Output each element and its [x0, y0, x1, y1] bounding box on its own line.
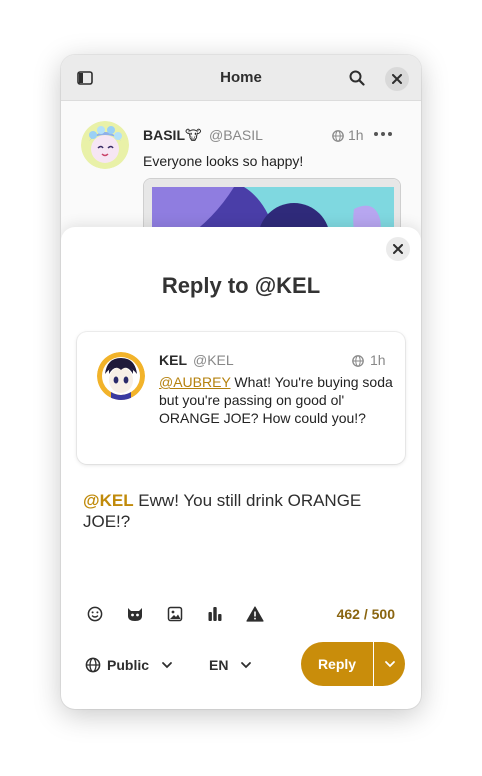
header-bar: Home: [61, 55, 421, 101]
globe-icon: [352, 354, 364, 367]
dialog-title: Reply to @KEL: [161, 273, 321, 298]
close-dialog-button[interactable]: [386, 237, 410, 261]
poll-icon[interactable]: [203, 602, 227, 626]
visibility-dropdown[interactable]: Public: [85, 655, 173, 675]
chevron-down-icon: [241, 662, 252, 669]
reply-options-button[interactable]: [374, 642, 405, 686]
window-title: Home: [220, 69, 262, 86]
content-warning-icon[interactable]: [243, 602, 267, 626]
avatar[interactable]: [81, 121, 129, 169]
app-window: Home BASIL🐮 @BASIL 1h Everyone looks so …: [61, 55, 421, 709]
chevron-down-icon: [162, 662, 172, 669]
reply-button[interactable]: Reply: [301, 642, 373, 686]
image-icon[interactable]: [163, 602, 187, 626]
replied-post-card: KEL @KEL 1h @AUBREY What! You're buying …: [77, 332, 405, 464]
emoji-icon[interactable]: [83, 602, 107, 626]
chevron-down-icon: [384, 661, 395, 668]
language-label: EN: [209, 657, 229, 673]
post-timestamp: 1h: [348, 127, 364, 143]
post-handle[interactable]: @BASIL: [209, 127, 263, 143]
close-icon: [393, 244, 403, 254]
custom-emoji-icon[interactable]: [123, 602, 147, 626]
mention-link[interactable]: @AUBREY: [159, 374, 231, 390]
avatar[interactable]: [97, 352, 145, 400]
replied-timestamp: 1h: [370, 352, 386, 368]
compose-textarea[interactable]: @KEL Eww! You still drink ORANGE JOE!?: [83, 490, 399, 532]
reply-dialog: Reply to @KEL KEL @KEL 1h @AUBREY What! …: [61, 227, 421, 709]
replied-display-name[interactable]: KEL: [159, 352, 187, 368]
visibility-label: Public: [107, 657, 150, 673]
compose-mention: @KEL: [83, 491, 134, 510]
globe-icon: [332, 129, 344, 142]
search-icon[interactable]: [347, 68, 367, 88]
replied-handle[interactable]: @KEL: [193, 352, 234, 368]
post-display-name[interactable]: BASIL🐮: [143, 127, 202, 144]
character-counter: 462 / 500: [336, 606, 395, 622]
replied-post-text: @AUBREY What! You're buying soda but you…: [159, 373, 395, 427]
more-options-icon[interactable]: [371, 125, 395, 143]
post-text: Everyone looks so happy!: [143, 153, 304, 169]
compose-footer: Public EN Reply: [61, 642, 421, 686]
language-dropdown[interactable]: EN: [209, 655, 252, 675]
close-icon: [392, 74, 402, 84]
globe-icon: [85, 657, 101, 673]
compose-toolbar: 462 / 500: [83, 602, 403, 626]
close-window-button[interactable]: [385, 67, 409, 91]
